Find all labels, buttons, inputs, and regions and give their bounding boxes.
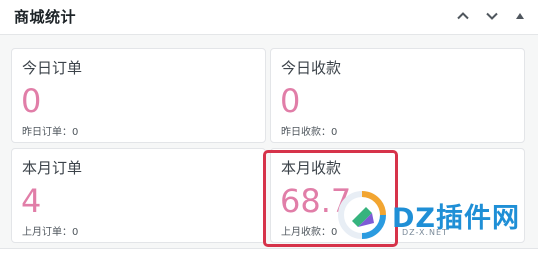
stat-card-today-orders: 今日订单 0 昨日订单：0 — [11, 48, 266, 143]
stat-value: 4 — [21, 182, 42, 220]
move-down-button[interactable] — [482, 6, 502, 26]
brand-logo-icon — [338, 191, 386, 239]
chevron-up-icon — [457, 12, 469, 20]
stat-label: 今日收款 — [281, 59, 342, 77]
widget-title: 商城统计 — [14, 8, 77, 26]
stat-label: 本月订单 — [22, 159, 83, 177]
triangle-up-icon — [516, 13, 524, 19]
chevron-down-icon — [486, 12, 498, 20]
store-stats-widget: 商城统计 今日订单 0 昨日订单：0 今日收款 0 昨日收款：0 本月订单 4 — [0, 0, 538, 256]
stat-compare: 昨日订单：0 — [22, 127, 79, 138]
stat-value: 0 — [21, 82, 42, 120]
move-up-button[interactable] — [453, 6, 473, 26]
stat-label: 今日订单 — [22, 59, 83, 77]
stat-compare: 上月订单：0 — [22, 227, 79, 238]
widget-header: 商城统计 — [0, 0, 538, 35]
watermark: DZ插件网 DZ-X.NET — [336, 187, 536, 247]
stat-compare: 昨日收款：0 — [281, 127, 338, 138]
stat-card-today-revenue: 今日收款 0 昨日收款：0 — [270, 48, 525, 143]
stat-card-month-orders: 本月订单 4 上月订单：0 — [11, 148, 266, 243]
watermark-domain: DZ-X.NET — [402, 228, 448, 237]
toggle-panel-button[interactable] — [510, 6, 530, 26]
stat-value: 0 — [280, 82, 301, 120]
